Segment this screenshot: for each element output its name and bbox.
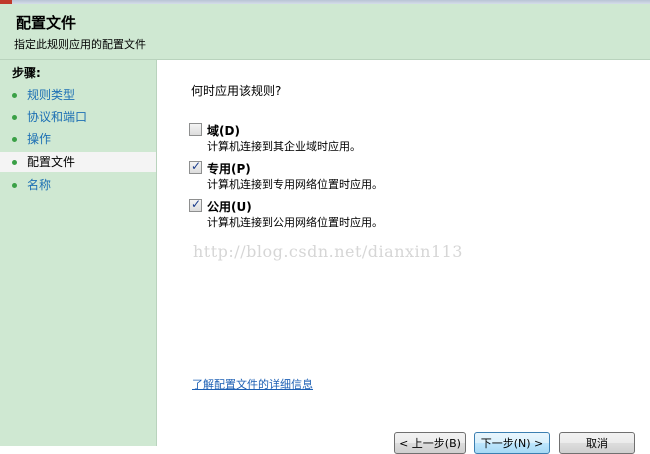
- cancel-button[interactable]: 取消: [559, 432, 635, 454]
- wizard-header: 配置文件 指定此规则应用的配置文件: [0, 4, 650, 60]
- option-label: 域(D): [207, 124, 240, 138]
- page-title: 配置文件: [16, 14, 77, 32]
- bullet-icon: [12, 160, 17, 165]
- wizard-content: 何时应用该规则? 域(D) 计算机连接到其企业域时应用。 ✓ 专用(P) 计算机…: [157, 60, 650, 454]
- option-label: 公用(U): [207, 200, 252, 214]
- option-description: 计算机连接到专用网络位置时应用。: [207, 178, 383, 191]
- step-protocol-ports[interactable]: 协议和端口: [0, 107, 156, 127]
- learn-more-link[interactable]: 了解配置文件的详细信息: [192, 376, 313, 392]
- page-subtitle: 指定此规则应用的配置文件: [14, 38, 146, 51]
- steps-sidebar: 步骤: 规则类型 协议和端口 操作 配置文件 名称: [0, 60, 157, 446]
- step-label: 规则类型: [27, 88, 76, 102]
- step-label: 名称: [27, 178, 52, 192]
- private-checkbox[interactable]: ✓: [189, 159, 202, 174]
- step-name[interactable]: 名称: [0, 175, 156, 195]
- step-action[interactable]: 操作: [0, 129, 156, 149]
- question-text: 何时应用该规则?: [191, 84, 282, 98]
- option-description: 计算机连接到公用网络位置时应用。: [207, 216, 383, 229]
- checkmark-icon: ✓: [191, 197, 202, 211]
- bullet-icon: [12, 115, 17, 120]
- bullet-icon: [12, 183, 17, 188]
- steps-heading: 步骤:: [12, 66, 41, 80]
- bullet-icon: [12, 93, 17, 98]
- watermark-text: http://blog.csdn.net/dianxin113: [193, 242, 463, 261]
- option-description: 计算机连接到其企业域时应用。: [207, 140, 361, 153]
- step-label: 操作: [27, 132, 52, 146]
- step-label: 配置文件: [27, 155, 76, 169]
- next-button[interactable]: 下一步(N) >: [474, 432, 550, 454]
- option-label: 专用(P): [207, 162, 251, 176]
- checkmark-icon: ✓: [191, 159, 202, 173]
- step-rule-type[interactable]: 规则类型: [0, 85, 156, 105]
- bullet-icon: [12, 137, 17, 142]
- domain-checkbox[interactable]: [189, 123, 202, 136]
- step-label: 协议和端口: [27, 110, 88, 124]
- public-checkbox[interactable]: ✓: [189, 197, 202, 212]
- back-button[interactable]: < 上一步(B): [394, 432, 466, 454]
- step-profile[interactable]: 配置文件: [0, 152, 156, 172]
